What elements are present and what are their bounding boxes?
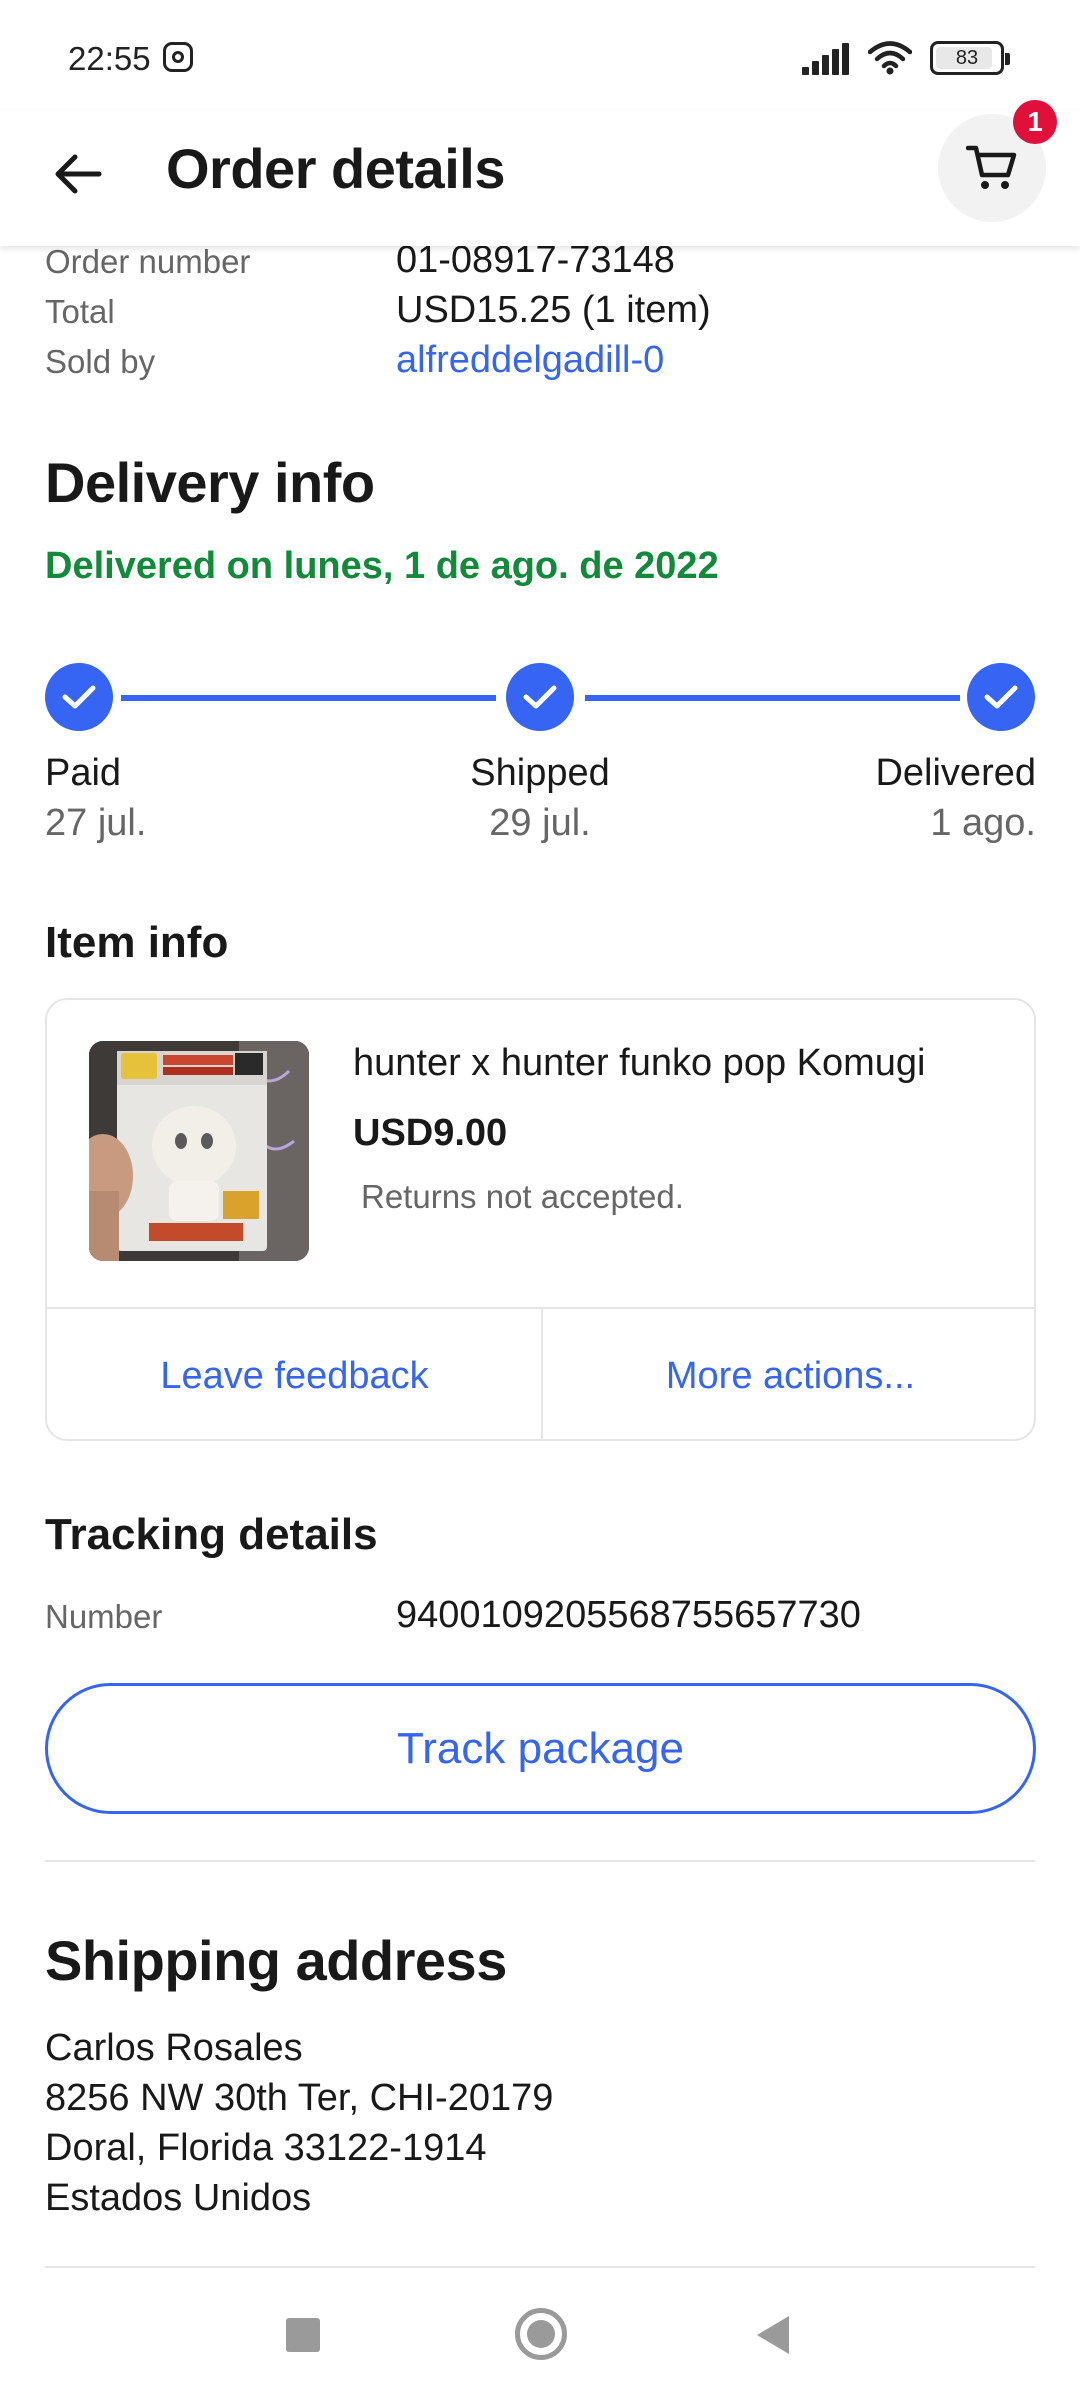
- system-navigation-bar: [0, 2278, 1080, 2400]
- delivery-info-title: Delivery info: [45, 451, 375, 514]
- funko-box-image: [89, 1041, 309, 1261]
- total-label: Total: [45, 293, 115, 330]
- address-street: 8256 NW 30th Ter, CHI-20179: [45, 2077, 554, 2119]
- step-paid-dot: [45, 663, 113, 731]
- step-delivered-dot: [967, 663, 1035, 731]
- step-delivered-date: 1 ago.: [930, 802, 1036, 844]
- section-divider: [45, 2266, 1035, 2268]
- address-country: Estados Unidos: [45, 2177, 312, 2219]
- item-card: hunter x hunter funko pop Komugi USD9.00…: [45, 998, 1036, 1441]
- tracking-number-row: Number 9400109205568755657730: [45, 1594, 1035, 1648]
- wifi-icon: [868, 41, 912, 75]
- instagram-icon: [163, 42, 193, 72]
- back-button[interactable]: [44, 140, 112, 208]
- sold-by-label: Sold by: [45, 343, 156, 380]
- battery-icon: 83: [930, 41, 1010, 75]
- nav-back-icon[interactable]: [757, 2316, 789, 2354]
- tracking-number-value: 9400109205568755657730: [396, 1594, 861, 1636]
- item-returns-policy: Returns not accepted.: [361, 1178, 684, 1215]
- step-shipped-dot: [506, 663, 574, 731]
- step-paid-date: 27 jul.: [45, 802, 147, 844]
- check-icon: [523, 685, 557, 709]
- total-value: USD15.25 (1 item): [396, 289, 711, 331]
- total-row: Total USD15.25 (1 item): [45, 289, 1035, 343]
- status-bar: 22:55 83: [0, 0, 1080, 110]
- item-info-title: Item info: [45, 918, 229, 967]
- check-icon: [984, 685, 1018, 709]
- shipping-address-title: Shipping address: [45, 1929, 507, 1992]
- tracking-number-label: Number: [45, 1598, 163, 1635]
- status-icons: 83: [802, 38, 1010, 78]
- status-time: 22:55: [68, 40, 151, 77]
- seller-link[interactable]: alfreddelgadill-0: [396, 339, 664, 382]
- leave-feedback-button[interactable]: Leave feedback: [47, 1309, 542, 1439]
- section-divider: [45, 1860, 1035, 1862]
- cart-icon: [966, 145, 1017, 189]
- delivery-progress-tracker: [45, 663, 1035, 733]
- track-package-button[interactable]: Track package: [45, 1683, 1036, 1814]
- signal-icon: [802, 41, 850, 75]
- address-city: Doral, Florida 33122-1914: [45, 2127, 487, 2169]
- delivery-status: Delivered on lunes, 1 de ago. de 2022: [45, 545, 719, 587]
- progress-line-1: [121, 695, 496, 701]
- more-actions-button[interactable]: More actions...: [543, 1309, 1034, 1439]
- step-paid-label: Paid: [45, 752, 122, 794]
- app-bar: Order details: [0, 110, 1080, 246]
- check-icon: [62, 685, 96, 709]
- order-number-label: Order number: [45, 243, 251, 280]
- item-thumbnail[interactable]: [89, 1041, 309, 1261]
- sold-by-row: Sold by alfreddelgadill-0: [45, 339, 1035, 393]
- home-icon[interactable]: [515, 2308, 567, 2360]
- cart-badge: 1: [1013, 100, 1057, 144]
- step-delivered-label: Delivered: [875, 752, 1036, 794]
- item-price: USD9.00: [353, 1112, 508, 1154]
- arrow-left-icon: [55, 154, 102, 194]
- recent-apps-icon[interactable]: [286, 2318, 320, 2352]
- page-title: Order details: [166, 137, 505, 200]
- address-name: Carlos Rosales: [45, 2027, 303, 2069]
- order-number-row: Order number 01-08917-73148: [45, 239, 1035, 293]
- tracking-details-title: Tracking details: [45, 1510, 378, 1559]
- battery-level: 83: [955, 46, 979, 69]
- progress-line-2: [585, 695, 960, 701]
- item-title[interactable]: hunter x hunter funko pop Komugi: [353, 1042, 926, 1085]
